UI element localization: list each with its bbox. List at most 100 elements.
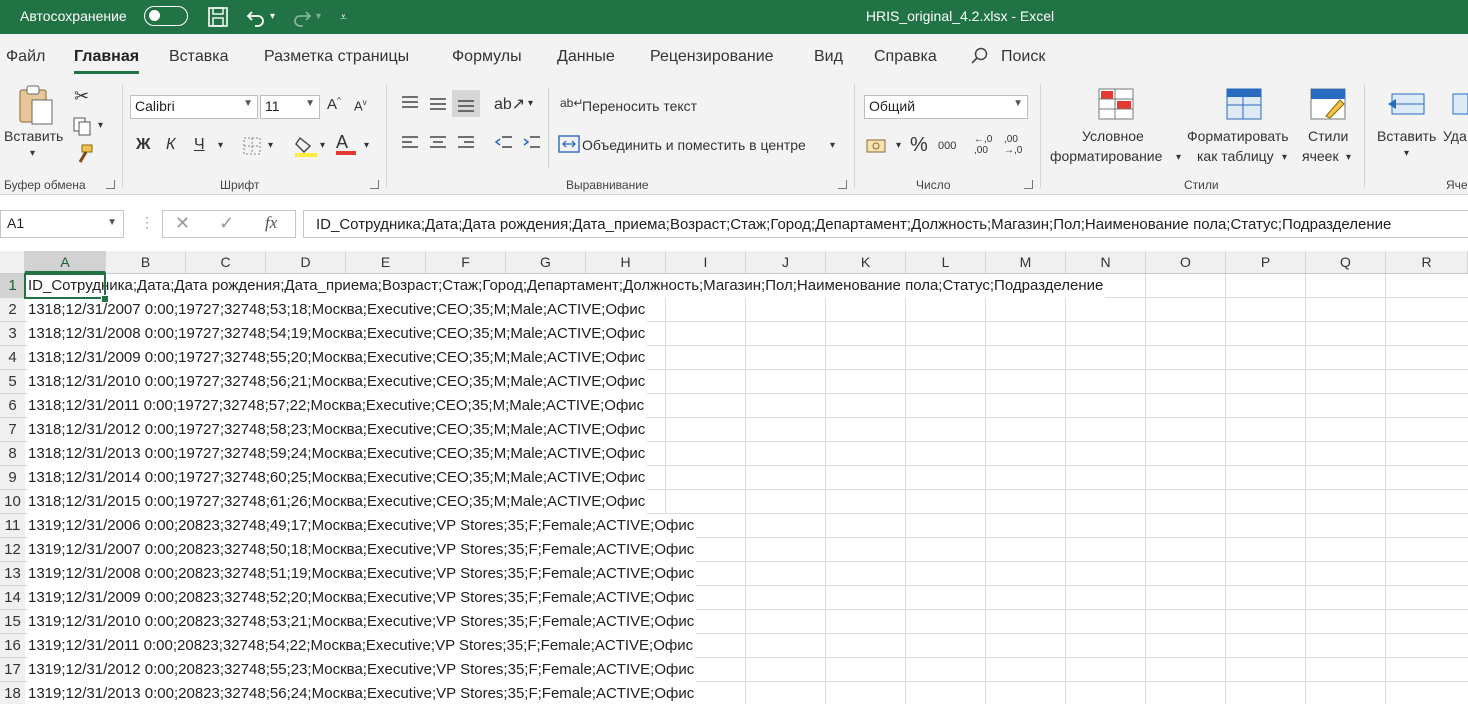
table-cell[interactable]: 1319;12/31/2009 0:00;20823;32748;52;20;М… xyxy=(28,586,697,610)
row-header[interactable]: 18 xyxy=(0,682,25,704)
search-icon[interactable] xyxy=(970,46,990,71)
conditional-format-label-1[interactable]: Условное xyxy=(1082,128,1144,144)
paste-icon[interactable] xyxy=(16,84,56,131)
column-header[interactable]: M xyxy=(986,251,1066,273)
thousands-button[interactable]: 000 xyxy=(938,140,956,152)
number-format-combo[interactable]: Общий ▼ xyxy=(864,95,1028,119)
paste-dropdown-icon[interactable]: ▾ xyxy=(30,148,35,159)
fill-handle[interactable] xyxy=(101,295,109,303)
decrease-indent-icon[interactable] xyxy=(494,134,514,155)
table-cell[interactable]: 1319;12/31/2008 0:00;20823;32748;51;19;М… xyxy=(28,562,697,586)
table-cell[interactable]: 1318;12/31/2007 0:00;19727;32748;53;18;М… xyxy=(28,298,648,322)
cell-a1[interactable]: ID_Сотрудника;Дата;Дата рождения;Дата_пр… xyxy=(28,274,1106,298)
column-header[interactable]: O xyxy=(1146,251,1226,273)
column-header[interactable]: Q xyxy=(1306,251,1386,273)
insert-cells-icon[interactable] xyxy=(1388,88,1428,123)
align-bottom-icon[interactable] xyxy=(452,90,480,117)
table-cell[interactable]: 1318;12/31/2008 0:00;19727;32748;54;19;М… xyxy=(28,322,648,346)
row-header[interactable]: 5 xyxy=(0,370,25,394)
align-top-icon[interactable] xyxy=(400,94,420,115)
table-cell[interactable]: 1319;12/31/2006 0:00;20823;32748;49;17;М… xyxy=(28,514,697,538)
worksheet-grid[interactable]: A B C D E F G H I J K L M N O P Q R 1 2 … xyxy=(0,251,1468,704)
increase-indent-icon[interactable] xyxy=(522,134,542,155)
row-header[interactable]: 7 xyxy=(0,418,25,442)
conditional-format-label-2[interactable]: форматирование xyxy=(1050,148,1162,164)
column-header[interactable]: F xyxy=(426,251,506,273)
table-cell[interactable]: 1318;12/31/2012 0:00;19727;32748;58;23;М… xyxy=(28,418,648,442)
cancel-icon[interactable]: ✕ xyxy=(175,213,190,234)
table-cell[interactable]: 1319;12/31/2011 0:00;20823;32748;54;22;М… xyxy=(28,634,696,658)
row-header[interactable]: 4 xyxy=(0,346,25,370)
increase-decimal-icon[interactable]: ←,0,00 xyxy=(974,134,992,156)
table-cell[interactable]: 1319;12/31/2013 0:00;20823;32748;56;24;М… xyxy=(28,682,697,704)
row-header[interactable]: 6 xyxy=(0,394,25,418)
underline-button[interactable]: Ч xyxy=(194,136,205,154)
tab-search[interactable]: Поиск xyxy=(1001,48,1045,66)
row-header[interactable]: 10 xyxy=(0,490,25,514)
orientation-icon[interactable]: ab↗ xyxy=(494,94,525,114)
column-header[interactable]: B xyxy=(106,251,186,273)
row-header[interactable]: 12 xyxy=(0,538,25,562)
paste-button[interactable]: Вставить xyxy=(4,128,63,144)
format-table-icon[interactable] xyxy=(1226,88,1262,123)
row-header[interactable]: 9 xyxy=(0,466,25,490)
insert-function-icon[interactable]: fx xyxy=(265,213,277,233)
wrap-text-button[interactable]: Переносить текст xyxy=(582,98,697,114)
font-size-combo[interactable]: 11 ▼ xyxy=(260,95,320,119)
wrap-text-icon[interactable]: ab↵ xyxy=(560,96,583,110)
percent-button[interactable]: % xyxy=(910,134,928,157)
column-header[interactable]: R xyxy=(1386,251,1468,273)
table-cell[interactable]: 1318;12/31/2014 0:00;19727;32748;60;25;М… xyxy=(28,466,648,490)
copy-icon[interactable] xyxy=(72,116,94,139)
cell-styles-dropdown-icon[interactable]: ▾ xyxy=(1346,152,1351,163)
borders-dropdown-icon[interactable]: ▾ xyxy=(268,140,273,151)
row-header[interactable]: 17 xyxy=(0,658,25,682)
cell-styles-icon[interactable] xyxy=(1310,88,1346,123)
row-header[interactable]: 2 xyxy=(0,298,25,322)
underline-dropdown-icon[interactable]: ▾ xyxy=(218,140,223,151)
row-header[interactable]: 1 xyxy=(0,274,25,298)
undo-dropdown-icon[interactable]: ▾ xyxy=(270,5,275,29)
table-cell[interactable]: 1318;12/31/2013 0:00;19727;32748;59;24;М… xyxy=(28,442,648,466)
redo-icon[interactable] xyxy=(290,5,314,29)
tab-formulas[interactable]: Формулы xyxy=(452,48,522,66)
currency-dropdown-icon[interactable]: ▾ xyxy=(896,140,901,151)
row-header[interactable]: 15 xyxy=(0,610,25,634)
table-cell[interactable]: 1318;12/31/2011 0:00;19727;32748;57;22;М… xyxy=(28,394,647,418)
tab-home[interactable]: Главная xyxy=(74,48,140,74)
decrease-font-icon[interactable]: Av xyxy=(354,98,367,113)
fill-color-icon[interactable] xyxy=(294,134,318,161)
align-left-icon[interactable] xyxy=(400,134,420,155)
row-header[interactable]: 8 xyxy=(0,442,25,466)
table-cell[interactable]: 1318;12/31/2010 0:00;19727;32748;56;21;М… xyxy=(28,370,648,394)
conditional-dropdown-icon[interactable]: ▾ xyxy=(1176,152,1181,163)
column-header[interactable]: P xyxy=(1226,251,1306,273)
delete-cells-icon[interactable] xyxy=(1452,88,1468,123)
column-header[interactable]: K xyxy=(826,251,906,273)
increase-font-icon[interactable]: A^ xyxy=(327,96,341,113)
borders-icon[interactable] xyxy=(242,136,262,159)
more-options-icon[interactable]: ⋮ xyxy=(140,214,154,231)
tab-review[interactable]: Рецензирование xyxy=(650,48,774,66)
column-header[interactable]: G xyxy=(506,251,586,273)
tab-file[interactable]: Файл xyxy=(6,48,45,66)
name-box[interactable]: A1 ▼ xyxy=(0,210,124,238)
column-header[interactable]: J xyxy=(746,251,826,273)
format-table-label-2[interactable]: как таблицу xyxy=(1197,148,1274,164)
table-cell[interactable]: 1319;12/31/2012 0:00;20823;32748;55;23;М… xyxy=(28,658,697,682)
table-cell[interactable]: 1319;12/31/2007 0:00;20823;32748;50;18;М… xyxy=(28,538,697,562)
conditional-format-icon[interactable] xyxy=(1098,88,1134,123)
column-header[interactable]: A xyxy=(25,251,106,273)
column-header[interactable]: D xyxy=(266,251,346,273)
delete-cells-button[interactable]: Уда xyxy=(1443,128,1467,144)
column-header[interactable]: L xyxy=(906,251,986,273)
align-middle-icon[interactable] xyxy=(428,94,448,115)
table-cell[interactable]: 1319;12/31/2010 0:00;20823;32748;53;21;М… xyxy=(28,610,697,634)
format-table-dropdown-icon[interactable]: ▾ xyxy=(1282,152,1287,163)
undo-icon[interactable] xyxy=(244,5,268,29)
row-header[interactable]: 3 xyxy=(0,322,25,346)
merge-icon[interactable] xyxy=(558,134,580,157)
tab-page-layout[interactable]: Разметка страницы xyxy=(264,48,409,66)
column-header[interactable]: I xyxy=(666,251,746,273)
formula-input[interactable]: ID_Сотрудника;Дата;Дата рождения;Дата_пр… xyxy=(303,210,1468,238)
